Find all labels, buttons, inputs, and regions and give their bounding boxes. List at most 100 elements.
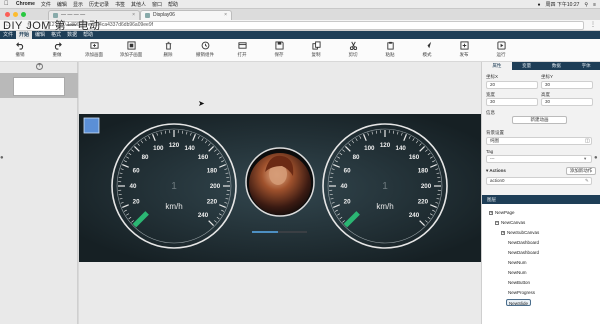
layer-item[interactable]: − NewCanvas <box>495 219 525 226</box>
layer-item[interactable]: + NewSubCanvas <box>501 229 539 236</box>
layer-item-selected[interactable]: NewSlide <box>506 299 532 306</box>
mac-menu-item[interactable]: 显示 <box>73 1 83 8</box>
delete-label: 删除 <box>163 52 173 57</box>
app-window:  Chrome 文件 编辑 显示 历史记录 书签 其他人 窗口 帮助 ● 周四… <box>0 0 600 324</box>
avatar-image[interactable] <box>245 147 315 217</box>
edit-icon[interactable]: ✎ <box>585 178 589 184</box>
layer-label: NewButton <box>508 280 531 285</box>
history-label: 撤销组件 <box>196 52 214 57</box>
layer-item[interactable]: NewButton <box>508 279 530 286</box>
tag-value: --- <box>490 156 495 161</box>
gauge-tick-label: 140 <box>185 145 196 152</box>
mac-menu-item[interactable]: 其他人 <box>131 1 146 8</box>
add-subscreen-icon <box>126 41 136 50</box>
mac-menu-item[interactable]: 文件 <box>41 1 51 8</box>
save-icon <box>274 41 284 50</box>
address-bar[interactable]: 127.0.0.1:8000/d/ed8a4ca4337d6db96a09ee9… <box>44 21 584 30</box>
mac-menu-bar:  Chrome 文件 编辑 显示 历史记录 书签 其他人 窗口 帮助 ● 周四… <box>0 0 600 9</box>
right-collapse-handle[interactable]: ● <box>594 155 598 161</box>
save-label: 保存 <box>274 52 284 57</box>
selected-widget-box[interactable] <box>83 117 100 134</box>
expand-toggle-icon[interactable]: − <box>495 220 499 225</box>
mac-menu-item[interactable]: 帮助 <box>168 1 178 8</box>
layer-item[interactable]: NewNum <box>508 259 527 266</box>
add-page-button[interactable]: + <box>36 63 43 70</box>
delete-icon <box>165 41 171 50</box>
wifi-icon[interactable]: ● <box>537 2 540 8</box>
list-icon[interactable]: ≡ <box>593 2 596 8</box>
mode-icon <box>423 41 431 50</box>
expand-toggle-icon[interactable]: + <box>501 230 505 235</box>
add-subscreen-button[interactable]: 添加子画面 <box>113 41 149 58</box>
height-input[interactable]: 30 <box>541 98 593 106</box>
history-icon <box>201 41 209 50</box>
left-collapse-handle[interactable]: ● <box>0 155 4 161</box>
paste-button[interactable]: 粘贴 <box>372 41 408 58</box>
width-input[interactable]: 30 <box>486 98 538 106</box>
copy-button[interactable]: 复制 <box>298 41 334 58</box>
mode-button[interactable]: 模式 <box>409 41 445 58</box>
image-picker-icon[interactable]: ◫ <box>585 138 590 144</box>
layer-label: NewNum <box>508 260 527 265</box>
browser-menu-icon[interactable]: ⋮ <box>590 21 596 28</box>
add-screen-button[interactable]: 添加画面 <box>76 41 112 58</box>
delete-button[interactable]: 删除 <box>150 41 186 58</box>
gauge-tick-label: 200 <box>210 183 221 190</box>
tab-variables[interactable]: 变量 <box>512 62 542 70</box>
open-button[interactable]: 打开 <box>224 41 260 58</box>
browser-tab-active[interactable]: Display06 × <box>140 10 232 20</box>
add-screen-label: 添加画面 <box>85 52 103 57</box>
run-icon <box>496 41 506 50</box>
expand-toggle-icon[interactable]: + <box>489 210 493 215</box>
history-button[interactable]: 撤销组件 <box>187 41 223 58</box>
new-animation-button[interactable]: 新建动画 <box>512 116 567 124</box>
background-value: 纯图 <box>490 138 499 143</box>
mac-menu-item[interactable]: 编辑 <box>57 1 67 8</box>
cut-button[interactable]: 剪切 <box>335 41 371 58</box>
tab-font[interactable]: 字体 <box>571 62 600 70</box>
layer-item[interactable]: NewProgress <box>508 289 535 296</box>
design-canvas[interactable]: 0204060801001201401601802002202401km/h 0… <box>79 114 481 262</box>
layer-item[interactable]: NewDashboard <box>508 249 539 256</box>
tab-properties[interactable]: 属性 <box>482 62 512 70</box>
chevron-down-icon[interactable]: ▾ <box>486 168 488 173</box>
gauges-svg: 0204060801001201401601802002202401km/h 0… <box>79 114 481 262</box>
gauge-value: 1 <box>382 181 388 192</box>
close-tab-icon[interactable]: × <box>132 11 135 20</box>
close-tab-icon[interactable]: × <box>224 11 227 20</box>
gauge-tick-label: 80 <box>353 154 360 161</box>
browser-tab-label: Display06 <box>153 12 175 18</box>
layer-label: NewPage <box>495 210 515 215</box>
mac-menu-app[interactable]: Chrome <box>16 1 35 7</box>
clock-text[interactable]: 周四 下午10:27 <box>546 1 580 8</box>
properties-tabs: 属性 变量 数据 字体 <box>482 62 600 70</box>
mac-menu-item[interactable]: 窗口 <box>152 1 162 8</box>
publish-button[interactable]: 发布 <box>446 41 482 58</box>
action-item[interactable]: action0 <box>486 177 592 185</box>
cut-label: 剪切 <box>348 52 358 57</box>
run-button[interactable]: 运行 <box>483 41 519 58</box>
tab-data[interactable]: 数据 <box>542 62 572 70</box>
apple-icon[interactable]:  <box>4 0 10 9</box>
chevron-down-icon[interactable]: ▾ <box>584 156 586 162</box>
tag-select[interactable]: --- <box>486 155 592 163</box>
redo-button[interactable]: 重做 <box>39 41 75 58</box>
save-button[interactable]: 保存 <box>261 41 297 58</box>
layers-header: 图层 <box>482 195 600 204</box>
search-icon[interactable]: ⚲ <box>584 2 588 8</box>
watermark-text: DIY JOM 第一电动 <box>3 20 101 32</box>
mac-menu-item[interactable]: 历史记录 <box>89 1 109 8</box>
y-coord-input[interactable]: 30 <box>541 81 593 89</box>
mac-menu-item[interactable]: 书签 <box>115 1 125 8</box>
background-select[interactable]: 纯图 <box>486 137 592 145</box>
editor-canvas-area[interactable]: ➤ 02040608010012014016018020022 <box>79 62 481 324</box>
undo-button[interactable]: 撤销 <box>2 41 38 58</box>
layer-item[interactable]: + NewPage <box>489 209 515 216</box>
page-thumbnail[interactable] <box>13 77 65 96</box>
layer-item[interactable]: NewDashboard <box>508 239 539 246</box>
gauge-tick-label: 120 <box>169 142 180 149</box>
gauge-tick-label: 20 <box>133 199 140 206</box>
add-action-button[interactable]: 添加新动作 <box>566 167 596 175</box>
layer-item[interactable]: NewNum <box>508 269 527 276</box>
x-coord-input[interactable]: 20 <box>486 81 538 89</box>
